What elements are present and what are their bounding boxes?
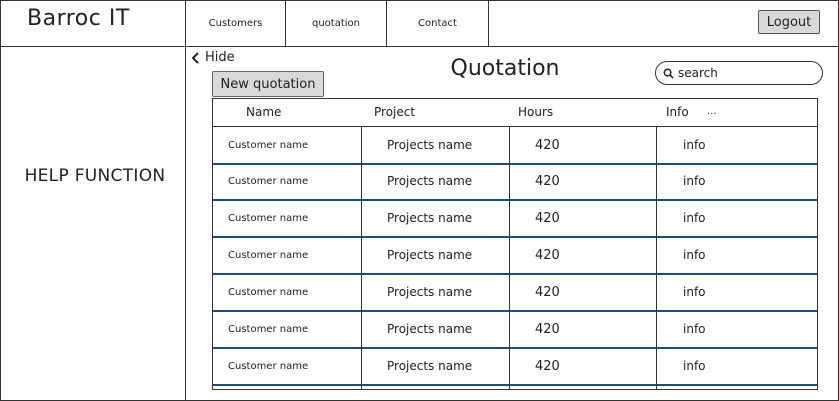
column-header-project[interactable]: Project	[374, 105, 415, 119]
new-quotation-button[interactable]: New quotation	[212, 71, 324, 97]
cell-name: Customer name	[228, 323, 309, 335]
cell-info[interactable]: info	[683, 311, 706, 347]
table-row[interactable]: Customer name Projects name 420 info	[213, 311, 817, 349]
cell-project: Projects name	[387, 322, 473, 336]
column-header-info[interactable]: Info	[666, 105, 689, 119]
cell-project: Projects name	[387, 138, 473, 152]
nav-tab-label: Contact	[418, 17, 457, 29]
cell-info[interactable]: info	[683, 163, 706, 199]
logout-button[interactable]: Logout	[758, 10, 820, 34]
hide-sidebar-button[interactable]: Hide	[191, 50, 235, 65]
cell-name: Customer name	[228, 139, 309, 151]
help-function-label[interactable]: HELP FUNCTION	[0, 166, 190, 186]
cell-info[interactable]: info	[683, 237, 706, 273]
cell-info[interactable]: info	[683, 348, 706, 384]
page-title: Quotation	[450, 56, 560, 81]
search-box[interactable]	[655, 61, 823, 85]
column-header-name[interactable]: Name	[246, 105, 281, 119]
cell-project: Projects name	[387, 359, 473, 373]
table-row[interactable]: Customer name Projects name 420 info	[213, 127, 817, 165]
nav-tab-customers[interactable]: Customers	[186, 0, 286, 47]
cell-project: Projects name	[387, 211, 473, 225]
column-divider	[656, 126, 657, 389]
quotation-table: Name Project Hours Info ... Customer nam…	[212, 98, 818, 390]
cell-hours: 420	[535, 210, 560, 226]
cell-name: Customer name	[228, 175, 309, 187]
nav-tab-label: Customers	[208, 17, 263, 29]
cell-hours: 420	[535, 284, 560, 300]
cell-info[interactable]: info	[683, 200, 706, 236]
column-divider	[509, 126, 510, 389]
cell-name: Customer name	[228, 212, 309, 224]
help-sidebar: HELP FUNCTION	[0, 47, 186, 400]
cell-info[interactable]: info	[683, 127, 706, 163]
app-logo: Barroc IT	[27, 6, 130, 31]
cell-name: Customer name	[228, 360, 309, 372]
column-divider	[361, 126, 362, 389]
cell-info[interactable]: info	[683, 274, 706, 310]
cell-project: Projects name	[387, 248, 473, 262]
column-header-hours[interactable]: Hours	[518, 105, 553, 119]
nav-tab-quotation[interactable]: quotation	[286, 0, 387, 47]
cell-project: Projects name	[387, 174, 473, 188]
table-row[interactable]: Customer name Projects name 420 info	[213, 200, 817, 238]
cell-project: Projects name	[387, 285, 473, 299]
nav-tab-label: quotation	[311, 17, 360, 29]
logo-container: Barroc IT	[0, 0, 186, 47]
table-row[interactable]: Customer name Projects name 420 info	[213, 237, 817, 275]
search-icon	[663, 68, 674, 79]
cell-hours: 420	[535, 173, 560, 189]
table-row[interactable]: Customer name Projects name 420 info	[213, 348, 817, 386]
cell-hours: 420	[535, 137, 560, 153]
hide-label: Hide	[205, 50, 235, 65]
cell-name: Customer name	[228, 286, 309, 298]
column-header-more[interactable]: ...	[707, 106, 717, 117]
chevron-left-icon	[191, 51, 199, 64]
cell-hours: 420	[535, 321, 560, 337]
search-input[interactable]	[674, 66, 808, 80]
cell-hours: 420	[535, 358, 560, 374]
cell-name: Customer name	[228, 249, 309, 261]
table-header: Name Project Hours Info ...	[213, 99, 817, 127]
cell-hours: 420	[535, 247, 560, 263]
nav-tab-contact[interactable]: Contact	[387, 0, 489, 47]
table-row[interactable]: Customer name Projects name 420 info	[213, 163, 817, 201]
table-row[interactable]: Customer name Projects name 420 info	[213, 274, 817, 312]
